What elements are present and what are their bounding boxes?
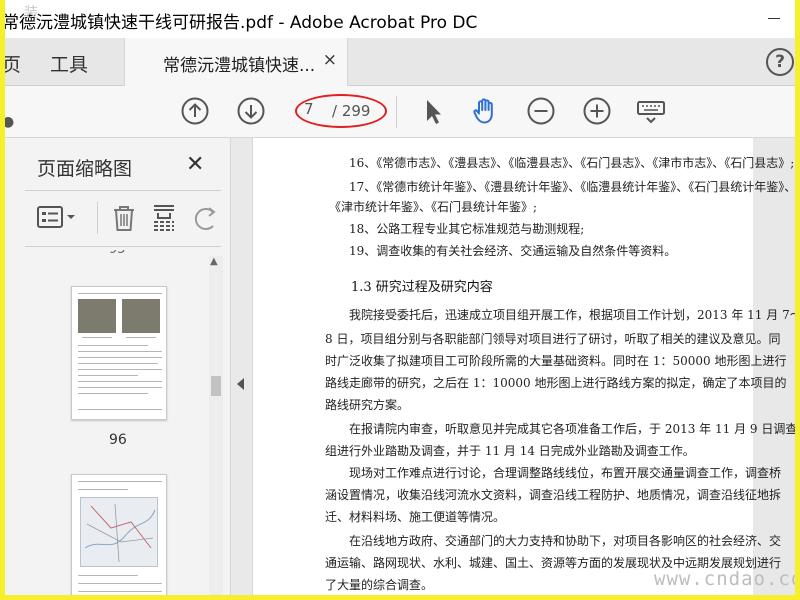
thumbnail-text-line [78,351,162,352]
thumbnail-text-line [78,591,162,592]
scroll-thumb[interactable] [211,376,221,396]
thumbnail-text-line [78,575,138,576]
menu-tools[interactable]: 工具 [50,50,88,77]
thumbnail-photo [78,299,116,333]
paragraph-line: 迁、材料料场、施工便道等情况。 [325,510,506,524]
zoom-in-icon[interactable] [582,96,612,126]
reference-line: 18、公路工程专业其它标准规范与勘测规程; [349,222,585,236]
thumbnail-photo [122,299,160,333]
thumbnail-text-line [78,293,162,294]
close-tab-icon[interactable]: × [323,50,337,70]
thumbnail-page-number: 96 [109,432,127,448]
corner-watermark: 装 [24,5,38,21]
reference-line: 《津市统计年鉴》、《石门县统计年鉴》; [329,200,538,214]
window-title: 常德沅澧城镇快速干线可研报告.pdf - Adobe Acrobat Pro D… [2,13,478,33]
reference-line: 16、《常德市志》、《澧县志》、《临澧县志》、《石门县志》、《津市市志》、《石门… [349,156,795,170]
paragraph-line: 在报请院内审查，听取意见并完成其它各项准备工作后，于 2013 年 11 月 9… [349,422,798,436]
thumbnail-label-95: 95 [109,250,126,257]
extract-page-icon[interactable] [151,204,177,232]
help-icon[interactable]: ? [766,48,794,76]
paragraph-line: 组进行外业踏勘及调查，并于 11 月 14 日完成外业踏勘及调查工作。 [325,444,695,458]
paragraph-line: 时广泛收集了拟建项目工可阶段所需的大量基础资料。同时在 1：50000 地形图上… [325,354,787,368]
thumbnail-list: 95 96 [25,250,201,600]
document-view[interactable]: 16、《常德市志》、《澧县志》、《临澧县志》、《石门县志》、《津市市志》、《石门… [253,138,800,600]
thumbnail-text-line [82,337,112,338]
thumbnail-text-line [78,489,128,490]
thumbnail-text-line [78,409,162,410]
toolbar-overflow-icon[interactable]: ● [2,114,14,130]
paragraph-line: 路线研究方案。 [325,398,410,412]
page-down-icon[interactable] [236,96,266,126]
thumbnail-text-line [126,337,156,338]
close-panel-icon[interactable]: ✕ [186,152,204,177]
panel-divider [25,190,221,191]
site-watermark: www.cndao.com [654,568,800,590]
document-tab[interactable]: 常德沅澧城镇快速... × [124,38,348,86]
zoom-out-icon[interactable] [526,96,556,126]
thumbnail-text-line [78,381,162,382]
menu-bar: 页 工具 常德沅澧城镇快速... × ? [0,38,800,86]
paragraph-line: 我院接受委托后，迅速成立项目组开展工作，根据项目工作计划，2013 年 11 月… [349,308,800,322]
panel-collapse-bar[interactable] [231,138,253,600]
rotate-page-icon[interactable] [191,204,221,232]
keyboard-icon[interactable] [636,96,666,126]
panel-toolbar-divider [97,202,98,234]
paragraph-line: 路线走廊带的研究，之后在 1：10000 地形图上进行路线方案的拟定，确定了本项… [325,376,787,390]
annotation-ellipse [295,94,387,128]
toolbar: ● 7 / 299 [0,86,800,138]
hand-tool-icon[interactable] [470,96,500,126]
thumbnail-options-icon[interactable] [37,204,81,230]
section-heading: 1.3 研究过程及研究内容 [351,280,493,295]
thumbnail-text-line [78,393,148,394]
select-cursor-icon[interactable] [418,96,448,126]
thumbnail-panel: 页面缩略图 ✕ 95 [5,138,231,600]
reference-line: 19、调查收集的有关社会经济、交通运输及自然条件等资料。 [349,244,677,258]
thumbnail-scrollbar[interactable]: ▲ [209,256,223,600]
document-page: 16、《常德市志》、《澧县志》、《临澧县志》、《石门县志》、《津市市志》、《石门… [253,138,800,600]
paragraph-line: 在沿线地方政府、交通部门的大力支持和协助下，对项目各影响区的社会经济、交 [349,534,782,548]
thumbnail-text-line [78,375,138,376]
panel-divider-2 [25,246,221,247]
paragraph-line: 现场对工作难点进行讨论，合理调整路线线位，布置开展交通量调查工作，调查桥 [349,466,782,480]
document-tab-label: 常德沅澧城镇快速... [163,56,316,76]
paragraph-line: 了大量的综合调查。 [325,578,434,592]
thumbnail-text-line [78,345,148,346]
thumbnail-map-drawing [84,503,156,563]
paragraph-line: 8 日，项目组分别与各职能部门领导对项目进行了研讨，听取了相关的建议及意见。同 [325,332,781,346]
thumbnail-text-line [78,357,162,358]
paragraph-line: 涵设置情况，收集沿线河流水文资料，调查沿线工程防护、地质情况，调查沿线征地拆 [325,488,782,502]
delete-page-icon[interactable] [111,204,137,232]
collapse-panel-icon[interactable] [237,378,244,390]
panel-title: 页面缩略图 [37,158,133,180]
thumbnail-text-line [78,481,162,482]
page-thumbnail-96[interactable] [71,286,167,420]
minimize-icon[interactable] [768,18,780,19]
thumbnail-text-line [78,387,162,388]
scroll-up-icon[interactable]: ▲ [210,256,218,267]
thumbnail-text-line [78,363,158,364]
page-up-icon[interactable] [180,96,210,126]
title-bar: 常德沅澧城镇快速干线可研报告.pdf - Adobe Acrobat Pro D… [0,0,800,38]
thumbnail-text-line [78,583,162,584]
menu-home[interactable]: 页 [2,50,21,77]
thumbnail-text-line [78,369,162,370]
thumbnail-map [80,497,158,567]
toolbar-divider [396,96,397,128]
page-thumbnail-97[interactable] [71,474,167,600]
reference-line: 17、《常德市统计年鉴》、《澧县统计年鉴》、《临澧县统计年鉴》、《石门县统计年鉴… [349,180,797,194]
